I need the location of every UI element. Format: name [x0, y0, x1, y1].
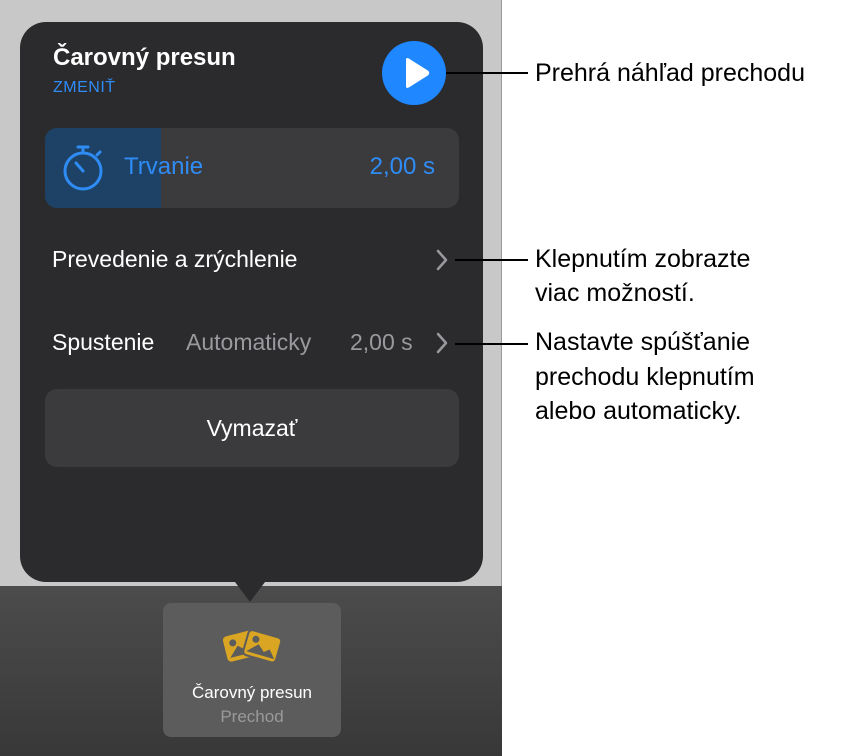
start-label: Spustenie: [52, 329, 155, 355]
callout-play: Prehrá náhľad prechodu: [535, 59, 805, 87]
callout-line-play: [446, 72, 528, 74]
tile-name: Čarovný presun: [191, 683, 312, 702]
tile-subtitle: Prechod: [220, 707, 284, 726]
chevron-right-icon: [435, 248, 449, 277]
duration-slider[interactable]: Trvanie 2,00 s: [45, 128, 459, 208]
transition-tile-magic-move[interactable]: Čarovný presun Prechod: [163, 603, 341, 737]
callout-more-line1: Klepnutím zobrazte: [535, 245, 751, 273]
easing-row[interactable]: Prevedenie a zrýchlenie: [45, 230, 459, 290]
start-mode: Automaticky: [186, 329, 312, 355]
chevron-right-icon: [435, 331, 449, 360]
transition-popover: [20, 22, 483, 582]
play-preview-button[interactable]: [382, 41, 446, 105]
popover-arrow: [232, 578, 268, 602]
callout-start-line3: alebo automaticky.: [535, 397, 742, 425]
popover-title: Čarovný presun: [53, 44, 236, 71]
start-row[interactable]: Spustenie Automaticky 2,00 s: [45, 313, 459, 373]
duration-label: Trvanie: [124, 153, 204, 180]
duration-value: 2,00 s: [369, 153, 435, 180]
start-delay: 2,00 s: [350, 329, 413, 355]
callout-start-line2: prechodu klepnutím: [535, 363, 755, 391]
easing-label: Prevedenie a zrýchlenie: [52, 246, 298, 272]
play-icon: [406, 58, 430, 88]
stopwatch-icon: [59, 142, 107, 199]
callout-more-line2: viac možností.: [535, 279, 695, 307]
callout-line-start: [455, 343, 528, 345]
delete-button[interactable]: Vymazať: [45, 389, 459, 467]
change-transition-link[interactable]: ZMENIŤ: [53, 79, 116, 97]
callout-line-more: [455, 259, 528, 261]
callout-start-line1: Nastavte spúšťanie: [535, 328, 751, 356]
photos-swap-icon: [221, 621, 283, 678]
